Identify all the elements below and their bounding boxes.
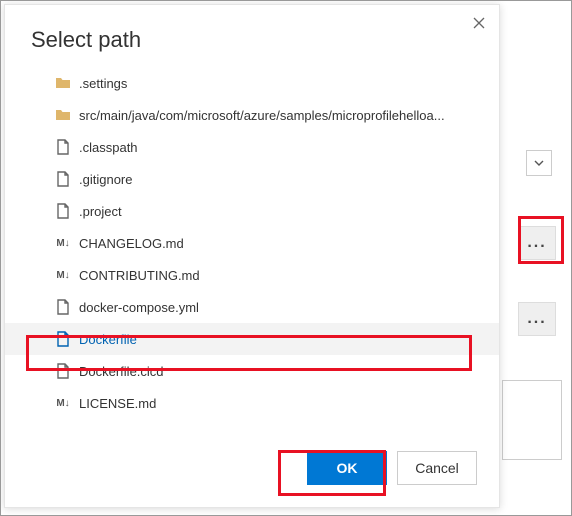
- close-icon: [472, 16, 486, 30]
- markdown-icon: M↓: [55, 395, 71, 411]
- dropdown-chevron[interactable]: [526, 150, 552, 176]
- tree-item[interactable]: docker-compose.yml: [5, 291, 499, 323]
- markdown-icon: M↓: [55, 235, 71, 251]
- tree-item[interactable]: .gitignore: [5, 163, 499, 195]
- tree-item-label: LICENSE.md: [79, 396, 156, 411]
- file-icon: [55, 139, 71, 155]
- tree-item[interactable]: .classpath: [5, 131, 499, 163]
- tree-item-label: CONTRIBUTING.md: [79, 268, 200, 283]
- markdown-icon: M↓: [55, 267, 71, 283]
- tree-item-label: docker-compose.yml: [79, 300, 199, 315]
- tree-item[interactable]: M↓ CONTRIBUTING.md: [5, 259, 499, 291]
- tree-item-label: .project: [79, 204, 122, 219]
- tree-item[interactable]: Dockerfile: [5, 323, 499, 355]
- file-icon: [55, 203, 71, 219]
- tree-item-label: Dockerfile.cicd: [79, 364, 164, 379]
- browse-button-1[interactable]: ...: [518, 226, 556, 260]
- ellipsis-icon: ...: [527, 310, 546, 328]
- tree-item[interactable]: .project: [5, 195, 499, 227]
- tree-item-label: .settings: [79, 76, 127, 91]
- tree-item-label: Dockerfile: [79, 332, 137, 347]
- cancel-button[interactable]: Cancel: [397, 451, 477, 485]
- tree-item-label: CHANGELOG.md: [79, 236, 184, 251]
- background-textarea[interactable]: [502, 380, 562, 460]
- chevron-down-icon: [533, 157, 545, 169]
- file-icon: [55, 171, 71, 187]
- tree-item-label: src/main/java/com/microsoft/azure/sample…: [79, 108, 445, 123]
- folder-icon: [55, 75, 71, 91]
- ok-button[interactable]: OK: [307, 451, 387, 485]
- tree-item[interactable]: src/main/java/com/microsoft/azure/sample…: [5, 99, 499, 131]
- file-icon: [55, 331, 71, 347]
- close-button[interactable]: [469, 13, 489, 33]
- file-tree[interactable]: .settings src/main/java/com/microsoft/azu…: [5, 67, 499, 433]
- dialog-title: Select path: [5, 5, 499, 67]
- folder-icon: [55, 107, 71, 123]
- tree-item-label: .gitignore: [79, 172, 132, 187]
- browse-button-2[interactable]: ...: [518, 302, 556, 336]
- file-icon: [55, 299, 71, 315]
- tree-item[interactable]: M↓ CHANGELOG.md: [5, 227, 499, 259]
- tree-item[interactable]: Dockerfile.cicd: [5, 355, 499, 387]
- file-icon: [55, 363, 71, 379]
- ellipsis-icon: ...: [527, 234, 546, 252]
- tree-item[interactable]: M↓ LICENSE.md: [5, 387, 499, 419]
- tree-item-label: .classpath: [79, 140, 138, 155]
- tree-item[interactable]: .settings: [5, 67, 499, 99]
- select-path-dialog: Select path .settings src/main/java/com/m…: [4, 4, 500, 508]
- dialog-buttons: OK Cancel: [5, 433, 499, 507]
